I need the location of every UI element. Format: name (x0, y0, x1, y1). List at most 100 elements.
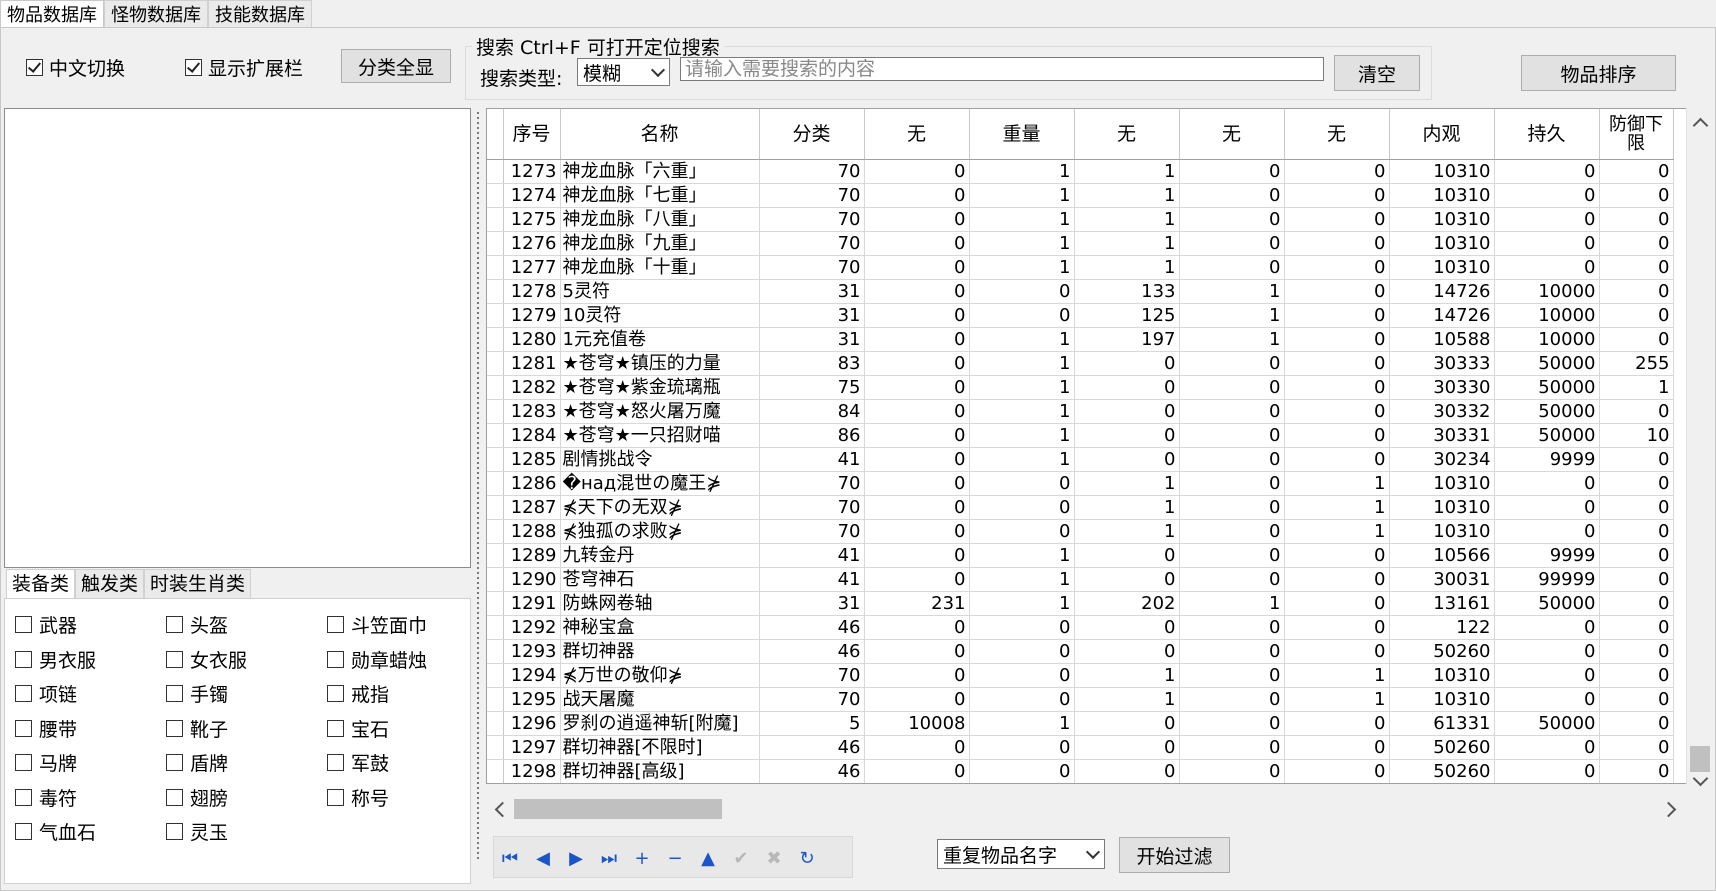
table-cell[interactable]: 30330 (1389, 375, 1495, 400)
horizontal-scroll-thumb[interactable] (514, 799, 722, 819)
table-cell[interactable]: 70 (759, 255, 865, 280)
table-cell[interactable]: 1 (1284, 687, 1390, 712)
table-cell[interactable]: 0 (1074, 447, 1180, 472)
table-cell[interactable]: 群切神器[不限时] (560, 735, 760, 760)
row-selector[interactable] (487, 615, 504, 640)
table-cell[interactable]: 0 (1284, 183, 1390, 208)
table-cell[interactable]: 46 (759, 784, 864, 785)
table-cell[interactable]: 10000 (1494, 279, 1600, 304)
table-cell[interactable]: 0 (864, 303, 970, 328)
table-cell[interactable]: 50260 (1389, 639, 1495, 664)
table-cell[interactable]: �над混世の魔王⋡ (560, 471, 760, 496)
table-cell[interactable]: 群切神器[超级] (560, 784, 759, 785)
row-selector[interactable] (487, 711, 504, 736)
table-cell[interactable]: 86 (759, 423, 865, 448)
table-cell[interactable]: 0 (1494, 519, 1600, 544)
next-record-icon[interactable]: ▶ (565, 847, 587, 869)
table-cell[interactable]: 1 (1284, 471, 1390, 496)
show-extension-box[interactable] (185, 59, 202, 76)
row-selector[interactable] (487, 207, 504, 232)
table-cell[interactable]: 1 (969, 207, 1075, 232)
table-cell[interactable]: 0 (864, 159, 970, 184)
table-cell[interactable]: 0 (1284, 399, 1390, 424)
category-checkbox[interactable]: 女衣服 (166, 646, 247, 673)
checkbox-box[interactable] (166, 650, 183, 668)
table-cell[interactable]: 41 (759, 543, 865, 568)
table-cell[interactable]: 0 (1074, 759, 1180, 783)
tab-equipment[interactable]: 装备类 (6, 569, 76, 599)
category-checkbox[interactable]: 武器 (15, 611, 77, 638)
table-cell[interactable]: 0 (969, 519, 1075, 544)
table-cell[interactable]: 1 (969, 711, 1075, 736)
table-cell[interactable]: 1 (969, 255, 1075, 280)
table-cell[interactable]: 46 (759, 639, 865, 664)
chinese-switch-box[interactable] (26, 59, 43, 76)
row-selector[interactable] (487, 303, 504, 328)
row-selector[interactable] (487, 735, 504, 760)
table-cell[interactable]: 1280 (503, 327, 561, 352)
category-checkbox[interactable]: 腰带 (15, 715, 77, 742)
table-cell[interactable]: 0 (969, 279, 1075, 304)
scroll-up-icon[interactable] (1692, 117, 1709, 134)
table-cell[interactable]: 0 (1284, 255, 1390, 280)
table-cell[interactable]: 0 (1599, 663, 1674, 688)
table-row[interactable]: 1297 群切神器[不限时] 46 0 0 0 0 0 50260 0 0 (487, 735, 1674, 760)
table-cell[interactable]: 1 (969, 375, 1075, 400)
table-cell[interactable]: 0 (1074, 567, 1180, 592)
table-cell[interactable]: 0 (1074, 784, 1179, 785)
table-cell[interactable]: 0 (1494, 255, 1600, 280)
table-cell[interactable]: 84 (759, 399, 865, 424)
table-cell[interactable]: 0 (1599, 711, 1674, 736)
row-selector[interactable] (487, 567, 504, 592)
table-cell[interactable]: 1 (1074, 687, 1180, 712)
table-cell[interactable]: 1 (969, 231, 1075, 256)
checkbox-box[interactable] (15, 823, 32, 840)
table-cell[interactable]: 1290 (503, 567, 561, 592)
table-cell[interactable]: ★苍穹★怒火屠万魔 (560, 399, 760, 424)
table-cell[interactable]: 0 (864, 279, 970, 304)
table-cell[interactable]: 0 (1599, 495, 1674, 520)
table-cell[interactable]: 0 (1179, 759, 1285, 783)
table-cell[interactable]: 41 (759, 447, 865, 472)
table-cell[interactable]: 10310 (1389, 255, 1495, 280)
table-cell[interactable]: 0 (1179, 615, 1285, 640)
table-row[interactable]: 1275 神龙血脉「八重」 70 0 1 1 0 0 10310 0 0 (487, 207, 1674, 232)
checkbox-box[interactable] (166, 616, 183, 633)
table-cell[interactable]: 14726 (1389, 279, 1495, 304)
table-cell[interactable]: 1 (1074, 471, 1180, 496)
table-cell[interactable]: 0 (864, 327, 970, 352)
row-selector[interactable] (487, 423, 504, 448)
table-cell[interactable]: 50260 (1389, 759, 1495, 783)
table-cell[interactable]: 0 (1599, 784, 1673, 785)
category-checkbox[interactable]: 宝石 (327, 715, 389, 742)
table-cell[interactable]: 0 (1599, 231, 1674, 256)
table-cell[interactable]: 神龙血脉「十重」 (560, 255, 760, 280)
row-selector[interactable] (487, 519, 504, 544)
table-row[interactable]: 1292 神秘宝盒 46 0 0 0 0 0 122 0 0 (487, 615, 1674, 640)
table-cell[interactable]: 70 (759, 159, 865, 184)
table-cell[interactable]: 1285 (503, 447, 561, 472)
edit-record-icon[interactable]: ▲ (697, 847, 719, 869)
table-cell[interactable]: 10000 (1494, 303, 1600, 328)
table-row[interactable]: 1296 罗刹の逍遥神斩[附魔] 5 10008 1 0 0 0 61331 50000 0 (487, 711, 1674, 736)
category-checkbox[interactable]: 斗笠面巾 (327, 611, 427, 638)
table-cell[interactable]: 9999 (1494, 543, 1600, 568)
table-cell[interactable]: 0 (1284, 759, 1390, 783)
table-cell[interactable]: 1 (969, 183, 1075, 208)
table-row[interactable]: 1285 剧情挑战令 41 0 1 0 0 0 30234 9999 0 (487, 447, 1674, 472)
table-cell[interactable]: 1 (1284, 519, 1390, 544)
table-cell[interactable]: 13161 (1389, 591, 1495, 616)
table-cell[interactable]: 31 (759, 591, 865, 616)
insert-record-icon[interactable]: + (631, 847, 653, 869)
table-cell[interactable]: 0 (864, 495, 970, 520)
table-cell[interactable]: 0 (1284, 327, 1390, 352)
table-cell[interactable]: 0 (1494, 615, 1600, 640)
table-cell[interactable]: 0 (864, 784, 969, 785)
tab-skills-db[interactable]: 技能数据库 (208, 0, 312, 28)
table-row[interactable]: 1274 神龙血脉「七重」 70 0 1 1 0 0 10310 0 0 (487, 183, 1674, 208)
table-cell[interactable]: 5 (759, 711, 865, 736)
table-cell[interactable]: 1277 (503, 255, 561, 280)
table-cell[interactable]: 0 (969, 759, 1075, 783)
table-cell[interactable]: 0 (864, 519, 970, 544)
column-header[interactable]: 内观 (1389, 109, 1495, 160)
